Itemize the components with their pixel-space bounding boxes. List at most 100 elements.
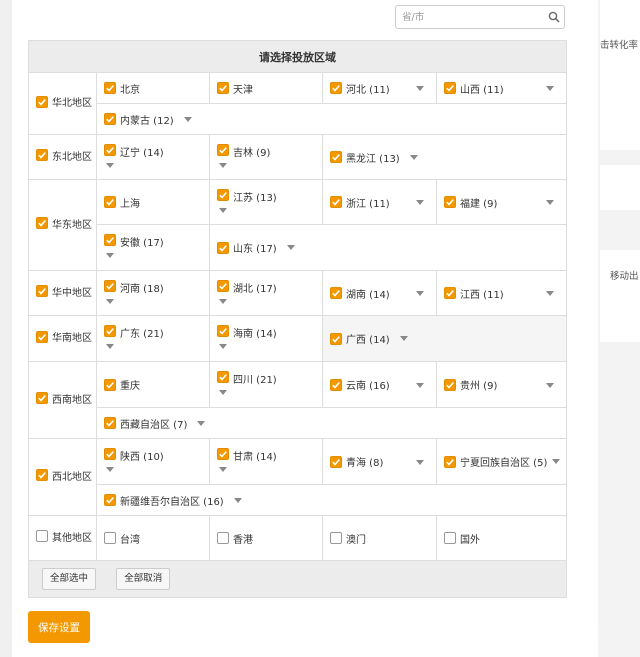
province-cell[interactable]: 海南 (14) bbox=[209, 315, 323, 362]
province-cell[interactable]: 上海 bbox=[96, 179, 210, 225]
province-option[interactable]: 福建 (9) bbox=[437, 180, 566, 224]
checkbox-unchecked[interactable] bbox=[36, 530, 48, 542]
province-cell[interactable]: 山西 (11) bbox=[435, 72, 568, 104]
province-cell[interactable]: 新疆维吾尔自治区 (16) bbox=[95, 484, 568, 516]
checkbox-checked[interactable] bbox=[104, 378, 116, 391]
region-group-header[interactable]: 华东地区 bbox=[29, 217, 96, 233]
province-cell[interactable]: 北京 bbox=[96, 72, 210, 104]
checkbox-checked[interactable] bbox=[104, 280, 116, 292]
province-cell[interactable]: 安徽 (17) bbox=[96, 224, 210, 271]
dropdown-caret-icon[interactable] bbox=[106, 467, 114, 472]
province-cell[interactable]: 重庆 bbox=[96, 361, 210, 408]
province-checkbox-label[interactable]: 广西 (14) bbox=[330, 316, 408, 361]
province-cell[interactable]: 台湾 bbox=[96, 515, 210, 561]
province-option[interactable]: 北京 bbox=[97, 73, 209, 103]
checkbox-checked[interactable] bbox=[36, 217, 48, 229]
dropdown-caret-icon[interactable] bbox=[219, 344, 227, 349]
province-checkbox-label[interactable]: 山东 (17) bbox=[217, 225, 295, 270]
checkbox-checked[interactable] bbox=[36, 149, 48, 161]
checkbox-checked[interactable] bbox=[36, 330, 48, 343]
dropdown-caret-icon[interactable] bbox=[183, 116, 192, 122]
region-group-header[interactable]: 华南地区 bbox=[29, 330, 96, 346]
province-checkbox-label[interactable]: 台湾 bbox=[104, 516, 140, 560]
province-option[interactable]: 国外 bbox=[437, 516, 566, 560]
province-checkbox-label[interactable]: 陕西 (10) bbox=[104, 439, 164, 484]
province-cell[interactable]: 广西 (14) bbox=[321, 315, 568, 362]
province-cell[interactable]: 香港 bbox=[209, 515, 323, 561]
province-checkbox-label[interactable]: 吉林 (9) bbox=[217, 135, 270, 179]
dropdown-caret-icon[interactable] bbox=[219, 390, 227, 395]
province-option[interactable]: 湖北 (17) bbox=[210, 271, 322, 315]
checkbox-checked[interactable] bbox=[444, 287, 456, 299]
dropdown-caret-icon[interactable] bbox=[219, 208, 227, 213]
province-checkbox-label[interactable]: 贵州 (9) bbox=[444, 362, 497, 407]
checkbox-checked[interactable] bbox=[330, 332, 342, 345]
checkbox-checked[interactable] bbox=[444, 196, 456, 208]
dropdown-caret-icon[interactable] bbox=[546, 200, 555, 205]
checkbox-checked[interactable] bbox=[104, 82, 116, 94]
dropdown-caret-icon[interactable] bbox=[399, 336, 408, 341]
province-checkbox-label[interactable]: 甘肃 (14) bbox=[217, 439, 277, 484]
checkbox-unchecked[interactable] bbox=[217, 532, 229, 544]
province-option[interactable]: 台湾 bbox=[97, 516, 209, 560]
province-option[interactable]: 海南 (14) bbox=[210, 316, 322, 361]
save-settings-button[interactable]: 保存设置 bbox=[28, 611, 90, 643]
province-option[interactable]: 山西 (11) bbox=[437, 73, 566, 103]
province-option[interactable]: 新疆维吾尔自治区 (16) bbox=[97, 485, 566, 515]
province-cell[interactable]: 西藏自治区 (7) bbox=[95, 407, 568, 439]
dropdown-caret-icon[interactable] bbox=[409, 154, 418, 160]
checkbox-checked[interactable] bbox=[36, 469, 48, 481]
dropdown-caret-icon[interactable] bbox=[106, 299, 114, 304]
province-checkbox-label[interactable]: 辽宁 (14) bbox=[104, 135, 164, 179]
checkbox-checked[interactable] bbox=[444, 455, 456, 468]
checkbox-checked[interactable] bbox=[36, 285, 48, 297]
dropdown-caret-icon[interactable] bbox=[286, 245, 295, 250]
dropdown-caret-icon[interactable] bbox=[546, 382, 555, 388]
province-cell[interactable]: 广东 (21) bbox=[96, 315, 210, 362]
province-cell[interactable]: 澳门 bbox=[322, 515, 437, 561]
province-option[interactable]: 安徽 (17) bbox=[97, 225, 209, 270]
checkbox-checked[interactable] bbox=[444, 82, 456, 94]
province-option[interactable]: 广东 (21) bbox=[97, 316, 209, 361]
province-option[interactable]: 云南 (16) bbox=[323, 362, 436, 407]
province-option[interactable]: 浙江 (11) bbox=[323, 180, 436, 224]
checkbox-unchecked[interactable] bbox=[444, 532, 456, 544]
province-option[interactable]: 广西 (14) bbox=[323, 316, 566, 361]
province-option[interactable]: 湖南 (14) bbox=[323, 271, 436, 315]
province-option[interactable]: 河南 (18) bbox=[97, 271, 209, 315]
province-option[interactable]: 贵州 (9) bbox=[437, 362, 566, 407]
province-checkbox-label[interactable]: 北京 bbox=[104, 73, 140, 103]
province-search-box[interactable] bbox=[395, 5, 565, 29]
checkbox-checked[interactable] bbox=[104, 494, 116, 506]
deselect-all-button[interactable]: 全部取消 bbox=[116, 568, 171, 590]
checkbox-checked[interactable] bbox=[217, 280, 229, 292]
province-option[interactable]: 陕西 (10) bbox=[97, 439, 209, 484]
province-option[interactable]: 吉林 (9) bbox=[210, 135, 322, 179]
province-cell[interactable]: 江苏 (13) bbox=[209, 179, 323, 225]
province-checkbox-label[interactable]: 天津 bbox=[217, 73, 253, 103]
province-cell[interactable]: 湖南 (14) bbox=[322, 270, 437, 316]
checkbox-checked[interactable] bbox=[444, 378, 456, 391]
checkbox-checked[interactable] bbox=[217, 325, 229, 337]
checkbox-checked[interactable] bbox=[104, 417, 116, 429]
province-option[interactable]: 澳门 bbox=[323, 516, 436, 560]
checkbox-checked[interactable] bbox=[104, 113, 116, 125]
province-checkbox-label[interactable]: 重庆 bbox=[104, 362, 140, 407]
checkbox-checked[interactable] bbox=[330, 378, 342, 391]
province-option[interactable]: 天津 bbox=[210, 73, 322, 103]
province-cell[interactable]: 宁夏回族自治区 (5) bbox=[435, 438, 568, 485]
checkbox-checked[interactable] bbox=[217, 371, 229, 383]
region-group-header[interactable]: 华北地区 bbox=[29, 95, 96, 111]
checkbox-checked[interactable] bbox=[330, 455, 342, 468]
province-cell[interactable]: 黑龙江 (13) bbox=[321, 134, 568, 180]
province-option[interactable]: 青海 (8) bbox=[323, 439, 436, 484]
checkbox-checked[interactable] bbox=[36, 95, 48, 108]
province-option[interactable]: 辽宁 (14) bbox=[97, 135, 209, 179]
dropdown-caret-icon[interactable] bbox=[219, 299, 227, 304]
checkbox-checked[interactable] bbox=[104, 325, 116, 337]
dropdown-caret-icon[interactable] bbox=[416, 291, 424, 296]
dropdown-caret-icon[interactable] bbox=[197, 420, 206, 426]
checkbox-checked[interactable] bbox=[217, 82, 229, 94]
dropdown-caret-icon[interactable] bbox=[552, 459, 561, 464]
province-option[interactable]: 内蒙古 (12) bbox=[97, 104, 566, 134]
